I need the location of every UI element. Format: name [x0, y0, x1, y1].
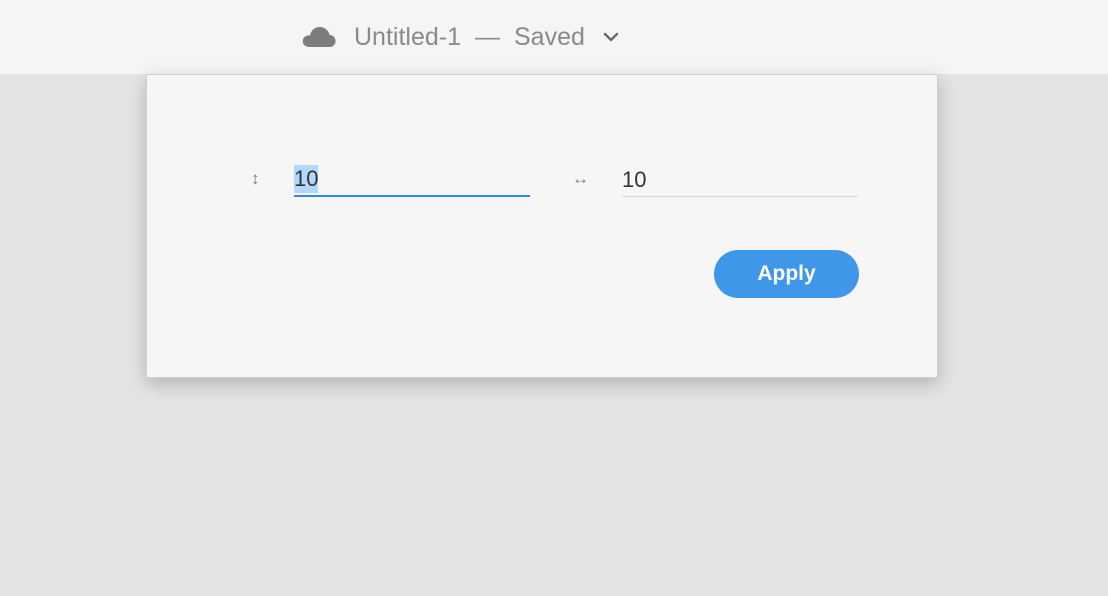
width-value: 10 [622, 166, 647, 192]
cloud-icon [302, 25, 336, 49]
apply-button[interactable]: Apply [714, 250, 859, 298]
title-separator: — [475, 22, 500, 51]
top-bar: Untitled-1 — Saved [0, 0, 1108, 74]
document-title-group[interactable]: Untitled-1 — Saved [302, 20, 621, 54]
document-name: Untitled-1 [354, 22, 461, 51]
width-input[interactable]: 10 [622, 163, 858, 197]
chevron-down-icon[interactable] [601, 27, 621, 47]
height-value: 10 [294, 165, 319, 193]
width-icon: ↔ [572, 169, 589, 188]
height-icon: ↕ [251, 169, 260, 188]
resize-dialog: ↕ 10 ↔ 10 Apply [146, 74, 938, 378]
save-status: Saved [514, 22, 585, 51]
height-input[interactable]: 10 [294, 163, 530, 197]
